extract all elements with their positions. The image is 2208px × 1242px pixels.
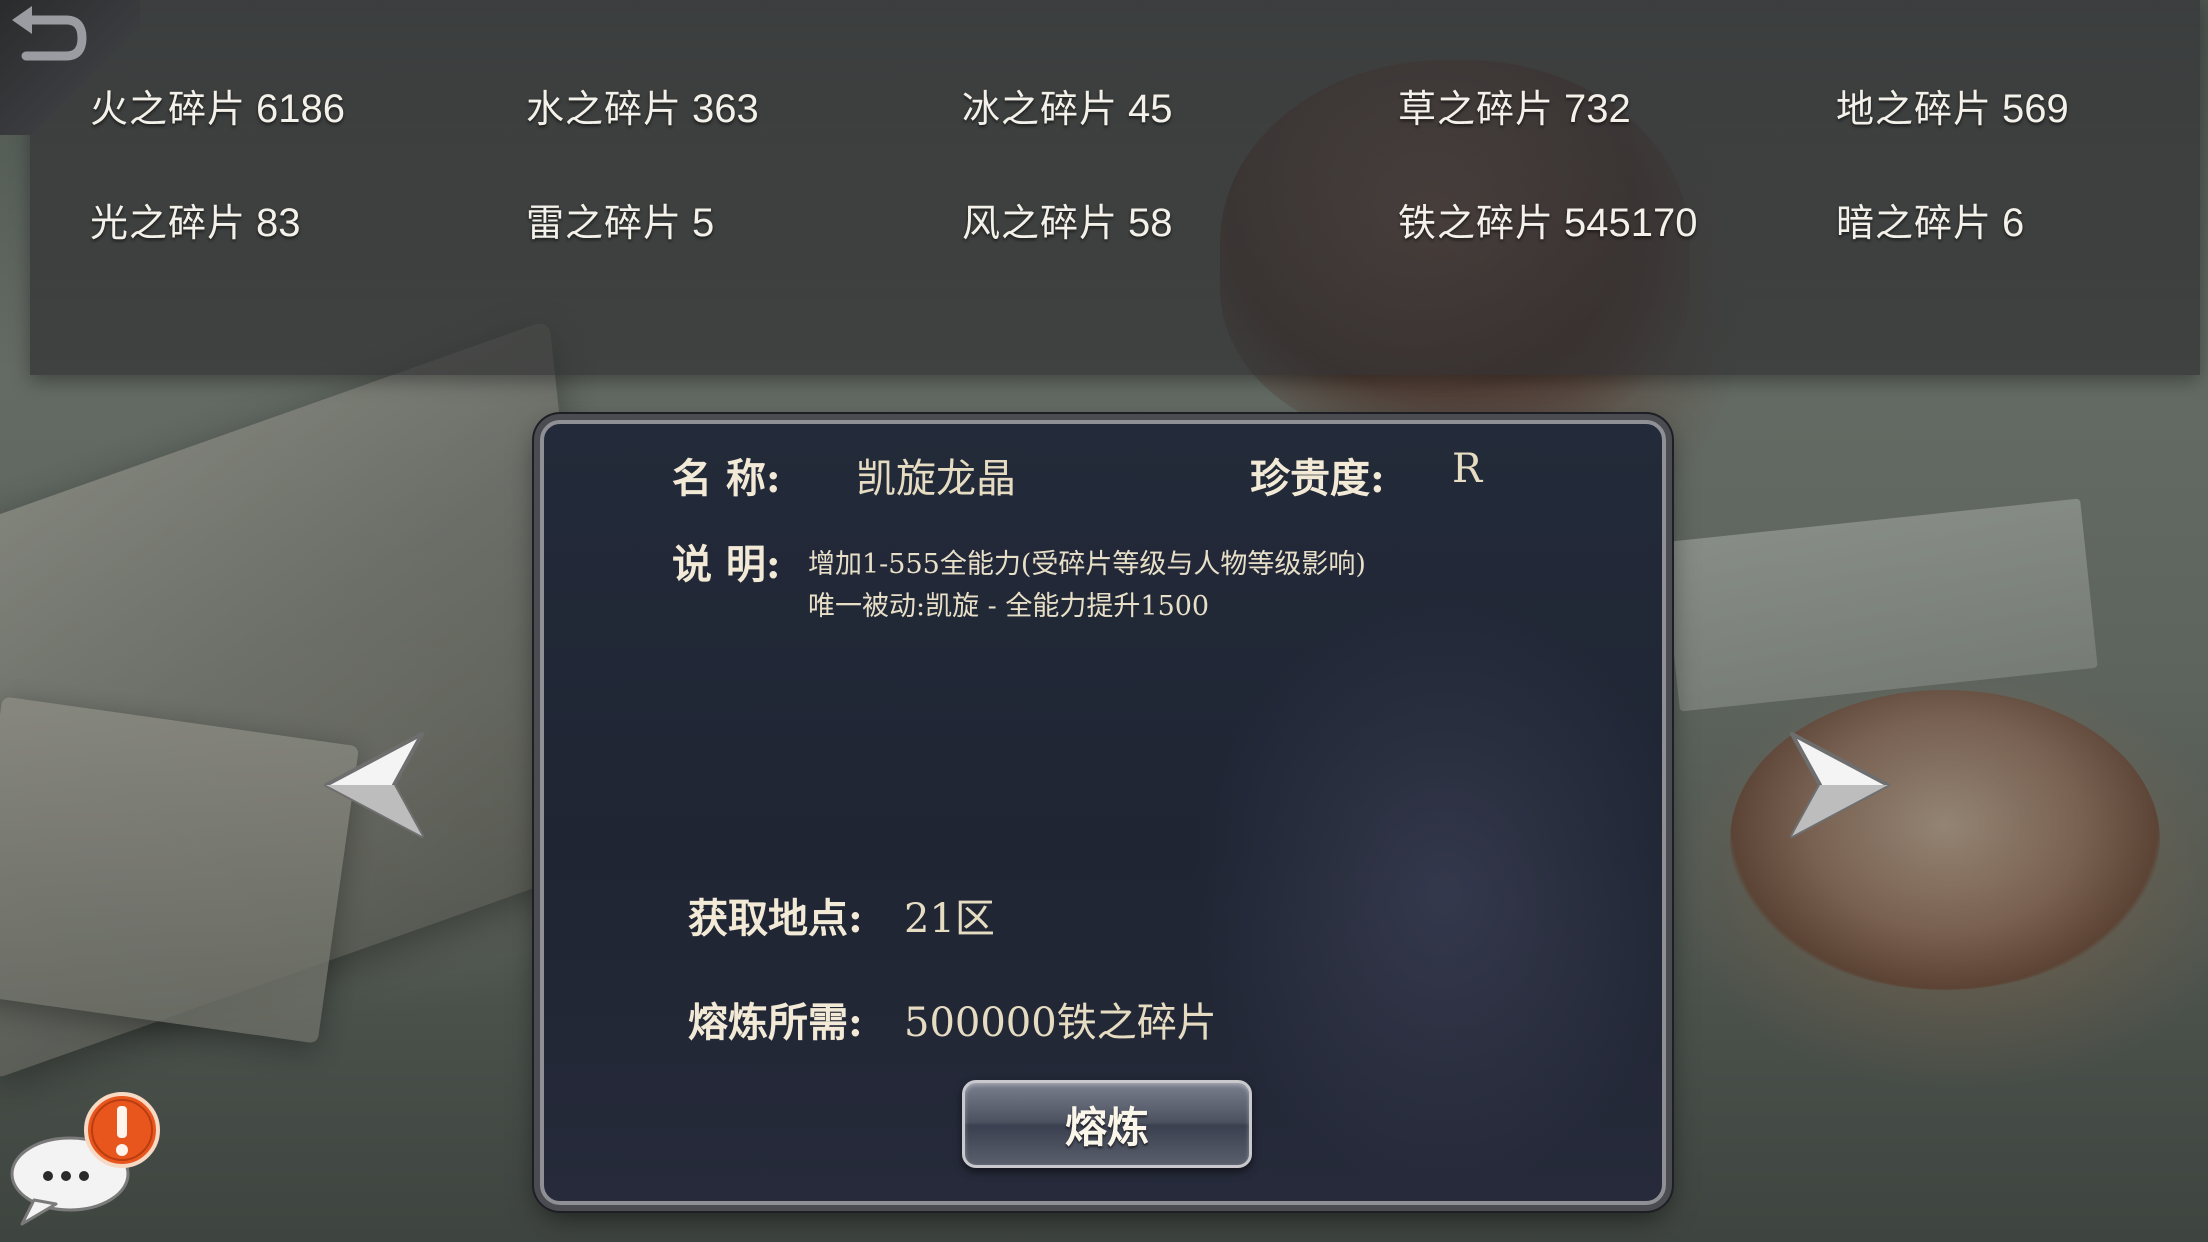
fragment-count: 569 bbox=[2002, 87, 2069, 131]
item-rarity: R bbox=[1452, 446, 1483, 492]
location-label: 获取地点: bbox=[688, 895, 863, 942]
fragment-count: 58 bbox=[1128, 201, 1173, 245]
fragment-inventory-panel bbox=[30, 0, 2200, 375]
location-value: 21区 bbox=[904, 896, 995, 942]
smelt-button[interactable]: 熔炼 bbox=[962, 1080, 1252, 1168]
background-book bbox=[0, 696, 360, 1044]
fragment-name: 光之碎片 bbox=[90, 201, 247, 245]
fragment-wind: 风之碎片 58 bbox=[962, 192, 1173, 247]
left-arrow-icon[interactable] bbox=[322, 730, 432, 840]
fragment-light: 光之碎片 83 bbox=[90, 192, 301, 247]
exclamation-icon bbox=[84, 1092, 160, 1168]
fragment-ice: 冰之碎片 45 bbox=[962, 78, 1173, 133]
fragment-count: 545170 bbox=[1564, 201, 1698, 245]
fragment-name: 雷之碎片 bbox=[526, 201, 683, 245]
name-label: 名 称: bbox=[672, 455, 781, 502]
cost-label: 熔炼所需: bbox=[688, 999, 863, 1046]
fragment-name: 水之碎片 bbox=[526, 87, 683, 131]
fragment-name: 冰之碎片 bbox=[962, 87, 1119, 131]
fragment-count: 363 bbox=[692, 87, 759, 131]
back-arrow-icon bbox=[12, 6, 87, 61]
fragment-iron: 铁之碎片 545170 bbox=[1398, 192, 1698, 247]
fragment-count: 6186 bbox=[256, 87, 345, 131]
right-arrow-icon[interactable] bbox=[1782, 730, 1892, 840]
fragment-name: 草之碎片 bbox=[1398, 87, 1555, 131]
fragment-name: 地之碎片 bbox=[1836, 87, 1993, 131]
fragment-count: 83 bbox=[256, 201, 301, 245]
fragment-count: 45 bbox=[1128, 87, 1173, 131]
cost-value: 500000铁之碎片 bbox=[904, 1000, 1217, 1046]
fragment-name: 暗之碎片 bbox=[1836, 201, 1993, 245]
fragment-count: 5 bbox=[692, 201, 715, 245]
fragment-earth: 地之碎片 569 bbox=[1836, 78, 2069, 133]
item-detail-panel: 名 称: 凯旋龙晶 珍贵度: R 说 明: 增加1-555全能力(受碎片等级与人… bbox=[540, 420, 1666, 1205]
item-name: 凯旋龙晶 bbox=[856, 456, 1016, 502]
fragment-thunder: 雷之碎片 5 bbox=[526, 192, 714, 247]
description-line: 增加1-555全能力(受碎片等级与人物等级影响) bbox=[808, 549, 1366, 580]
description-label: 说 明: bbox=[672, 541, 781, 588]
fragment-count: 732 bbox=[1564, 87, 1631, 131]
fragment-name: 铁之碎片 bbox=[1398, 201, 1555, 245]
fragment-count: 6 bbox=[2002, 201, 2025, 245]
back-button[interactable] bbox=[0, 0, 140, 135]
fragment-grass: 草之碎片 732 bbox=[1398, 78, 1631, 133]
fragment-name: 风之碎片 bbox=[962, 201, 1119, 245]
rarity-label: 珍贵度: bbox=[1250, 455, 1385, 502]
fragment-dark: 暗之碎片 6 bbox=[1836, 192, 2024, 247]
fragment-water: 水之碎片 363 bbox=[526, 78, 759, 133]
chat-button[interactable] bbox=[8, 1092, 168, 1230]
background-paper bbox=[1662, 498, 2098, 712]
description-line: 唯一被动:凯旋 - 全能力提升1500 bbox=[808, 591, 1210, 622]
